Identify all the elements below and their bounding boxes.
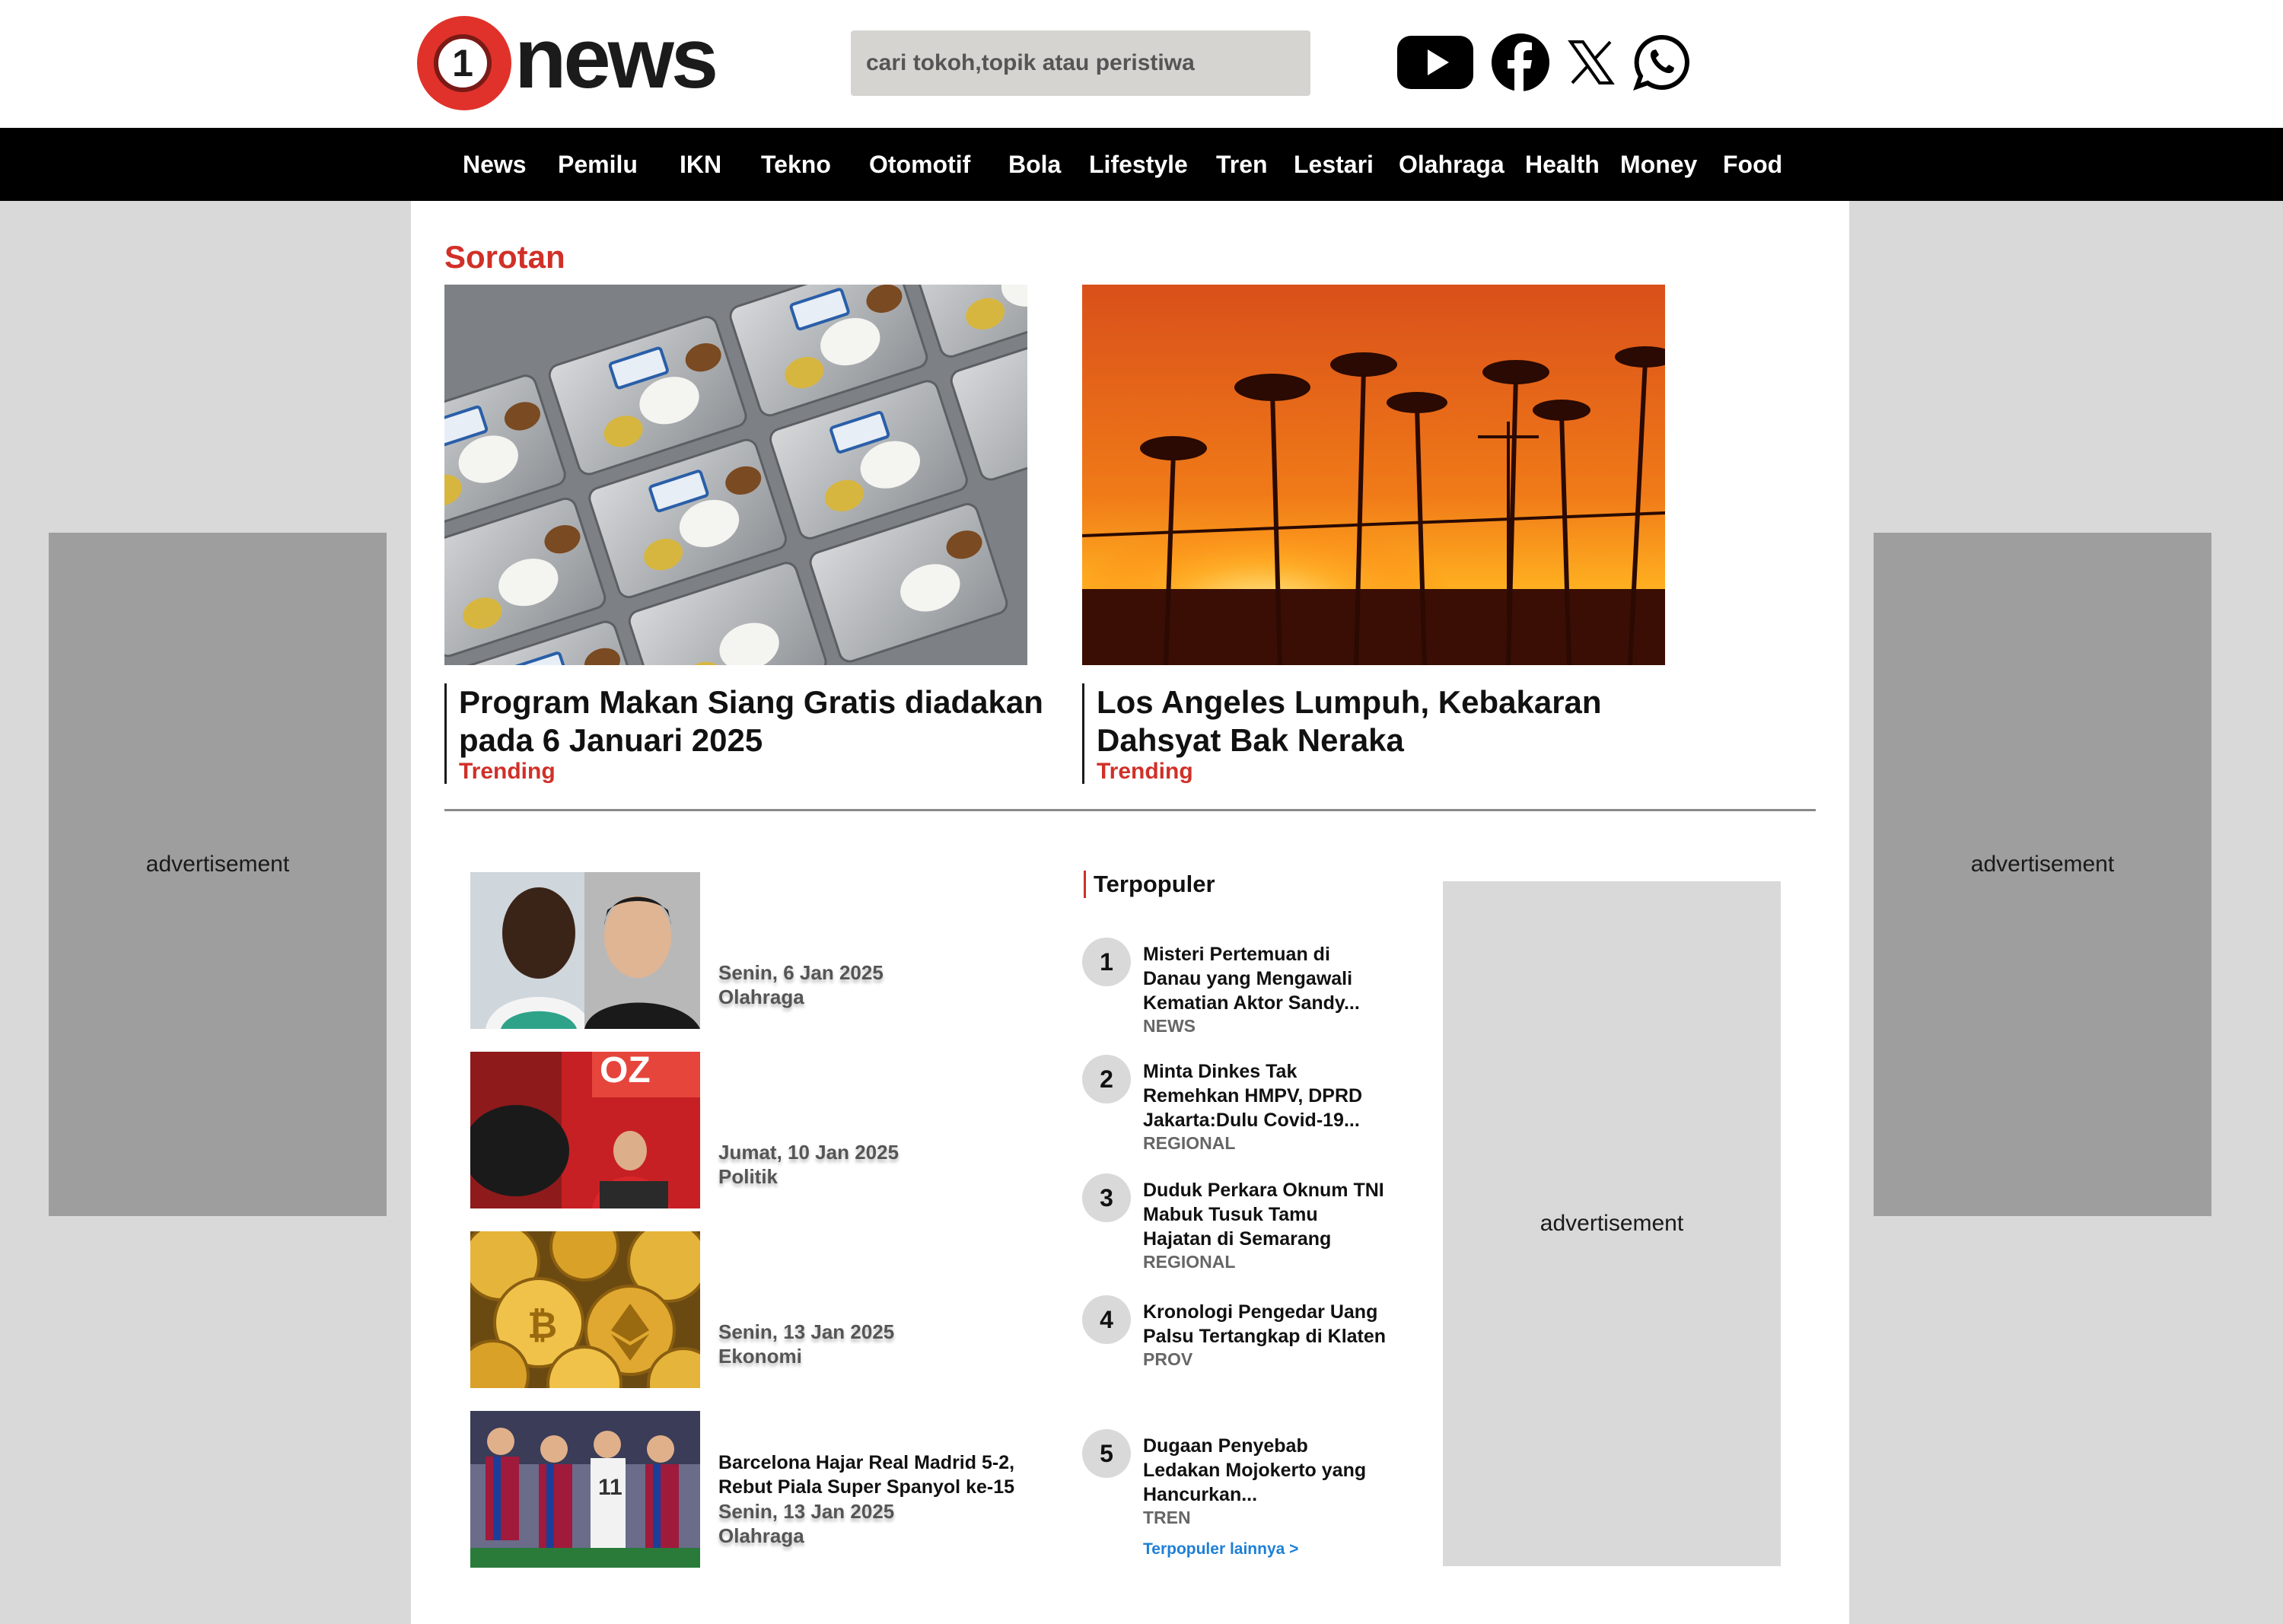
popular-category[interactable]: TREN xyxy=(1143,1507,1387,1528)
youtube-icon[interactable] xyxy=(1397,27,1473,97)
popular-title[interactable]: Dugaan Penyebab Ledakan Mojokerto yang H… xyxy=(1143,1434,1387,1507)
nav-item-news[interactable]: News xyxy=(463,128,527,201)
rank-badge: 1 xyxy=(1082,938,1131,986)
list-date: Jumat, 10 Jan 2025 xyxy=(718,1141,900,1164)
barcelona-players-photo[interactable]: 11 xyxy=(470,1411,700,1568)
feature-tag[interactable]: Trending xyxy=(459,759,1046,784)
nav-item-tekno[interactable]: Tekno xyxy=(761,128,831,201)
search-input[interactable] xyxy=(851,30,1310,96)
ad-label: advertisement xyxy=(1970,852,2115,877)
popular-category[interactable]: REGIONAL xyxy=(1143,1251,1387,1272)
svg-text:₿: ₿ xyxy=(527,1306,557,1346)
svg-text:OZ: OZ xyxy=(600,1052,651,1091)
nav-item-lifestyle[interactable]: Lifestyle xyxy=(1089,128,1188,201)
facebook-icon[interactable] xyxy=(1492,27,1549,97)
section-divider xyxy=(444,809,1816,811)
rank-badge: 3 xyxy=(1082,1173,1131,1222)
rank-badge: 4 xyxy=(1082,1295,1131,1344)
nav-item-health[interactable]: Health xyxy=(1525,128,1600,201)
popular-title[interactable]: Kronologi Pengedar Uang Palsu Tertangkap… xyxy=(1143,1300,1387,1349)
nav-item-tren[interactable]: Tren xyxy=(1216,128,1268,201)
svg-text:11: 11 xyxy=(598,1475,622,1500)
logo-ring-icon: 1 xyxy=(417,16,511,110)
feature-tag[interactable]: Trending xyxy=(1097,759,1661,784)
list-date: Senin, 13 Jan 2025 xyxy=(718,1500,895,1523)
list-category[interactable]: Politik xyxy=(718,1164,1023,1189)
popular-title[interactable]: Duduk Perkara Oknum TNI Mabuk Tusuk Tamu… xyxy=(1143,1178,1387,1251)
left-advertisement[interactable]: advertisement xyxy=(49,533,387,1216)
wildfire-palm-trees-photo[interactable] xyxy=(1082,285,1665,665)
popular-title[interactable]: Minta Dinkes Tak Remehkan HMPV, DPRD Jak… xyxy=(1143,1059,1387,1132)
list-date: Senin, 6 Jan 2025 xyxy=(718,961,884,984)
crypto-coins-photo[interactable]: ₿ xyxy=(470,1231,700,1388)
right-advertisement[interactable]: advertisement xyxy=(1874,533,2211,1216)
nav-item-otomotif[interactable]: Otomotif xyxy=(869,128,970,201)
section-title-terpopuler: Terpopuler xyxy=(1084,871,1215,898)
nav-item-bola[interactable]: Bola xyxy=(1008,128,1061,201)
nav-item-lestari[interactable]: Lestari xyxy=(1294,128,1374,201)
popular-category[interactable]: REGIONAL xyxy=(1143,1132,1387,1154)
football-coaches-photo[interactable] xyxy=(470,872,700,1029)
logo-text: news xyxy=(514,11,718,106)
feature-caption[interactable]: Program Makan Siang Gratis diadakan pada… xyxy=(444,683,1046,784)
whatsapp-icon[interactable] xyxy=(1630,27,1692,97)
feature-title[interactable]: Program Makan Siang Gratis diadakan pada… xyxy=(459,683,1046,759)
site-logo[interactable]: 1 news xyxy=(417,11,718,111)
x-icon[interactable] xyxy=(1566,27,1616,97)
terpopuler-more-link[interactable]: Terpopuler lainnya > xyxy=(1143,1540,1298,1559)
politician-speech-photo[interactable]: OZ xyxy=(470,1052,700,1208)
feature-caption[interactable]: Los Angeles Lumpuh, Kebakaran Dahsyat Ba… xyxy=(1082,683,1661,784)
nav-item-money[interactable]: Money xyxy=(1620,128,1697,201)
nav-item-ikn[interactable]: IKN xyxy=(680,128,721,201)
list-title[interactable]: Barcelona Hajar Real Madrid 5-2, Rebut P… xyxy=(718,1450,1023,1499)
feature-title[interactable]: Los Angeles Lumpuh, Kebakaran Dahsyat Ba… xyxy=(1097,683,1661,759)
list-item[interactable]: 11 Barcelona Hajar Real Madrid 5-2, Rebu… xyxy=(470,1411,1049,1568)
list-category[interactable]: Ekonomi xyxy=(718,1344,1023,1368)
main-content: Sorotan Program Makan Siang Gratis diada… xyxy=(411,201,1849,1624)
nav-item-food[interactable]: Food xyxy=(1723,128,1782,201)
logo-mark: 1 xyxy=(452,42,473,84)
popular-title[interactable]: Misteri Pertemuan di Danau yang Mengawal… xyxy=(1143,942,1387,1015)
popular-category[interactable]: NEWS xyxy=(1143,1015,1387,1036)
school-lunch-trays-photo[interactable] xyxy=(444,285,1027,665)
list-category[interactable]: Olahraga xyxy=(718,1524,1023,1548)
list-date: Senin, 13 Jan 2025 xyxy=(718,1320,895,1343)
list-item[interactable]: OZ Jumat, 10 Jan 2025 Politik xyxy=(470,1052,1049,1208)
popular-category[interactable]: PROV xyxy=(1143,1349,1387,1370)
nav-item-pemilu[interactable]: Pemilu xyxy=(558,128,638,201)
ad-label: advertisement xyxy=(1540,1211,1684,1236)
list-item[interactable]: ₿ Senin, 13 Jan 2025 Ekonomi xyxy=(470,1231,1049,1388)
nav-item-olahraga[interactable]: Olahraga xyxy=(1399,128,1504,201)
ad-label: advertisement xyxy=(145,852,290,877)
site-header: 1 news xyxy=(0,0,2283,128)
list-category[interactable]: Olahraga xyxy=(718,985,1023,1009)
rank-badge: 5 xyxy=(1082,1429,1131,1478)
rank-badge: 2 xyxy=(1082,1055,1131,1103)
list-item[interactable]: Senin, 6 Jan 2025 Olahraga xyxy=(470,872,1049,1029)
section-title-sorotan: Sorotan xyxy=(444,239,565,275)
sidebar-advertisement[interactable]: advertisement xyxy=(1443,881,1781,1566)
main-nav: News Pemilu IKN Tekno Otomotif Bola Life… xyxy=(0,128,2283,201)
